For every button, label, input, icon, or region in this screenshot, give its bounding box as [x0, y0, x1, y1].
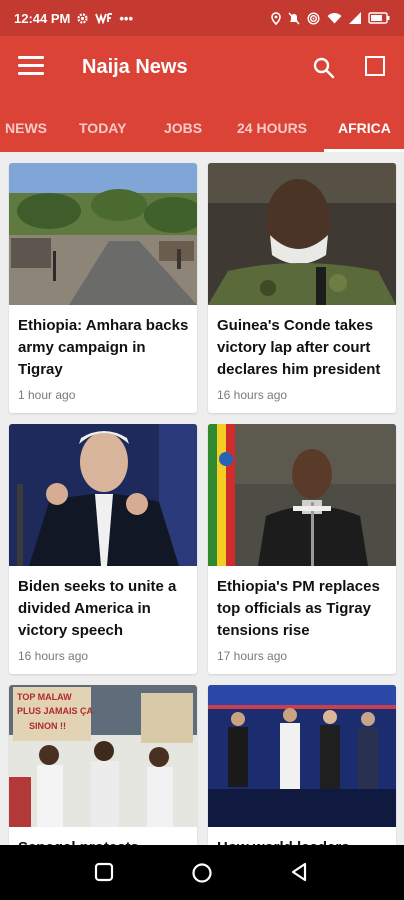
article-time: 16 hours ago — [18, 649, 89, 663]
article-title: Ethiopia: Amhara backs army campaign in … — [18, 317, 189, 378]
hotspot-icon — [307, 11, 320, 25]
recent-apps-icon[interactable] — [94, 862, 114, 882]
back-icon[interactable] — [289, 862, 309, 882]
article-image — [208, 685, 396, 827]
tab-news[interactable]: NEWS — [5, 120, 47, 136]
status-right — [271, 11, 390, 25]
gear-icon — [77, 12, 88, 24]
article-time: 1 hour ago — [18, 388, 76, 402]
article-card[interactable]: How world leaders — [208, 685, 396, 845]
mute-icon — [288, 12, 300, 24]
more-notifications-icon: ••• — [119, 10, 134, 26]
article-card[interactable]: Guinea's Conde takes victory lap after c… — [208, 163, 396, 413]
square-icon[interactable] — [365, 56, 385, 76]
tab-africa[interactable]: AFRICA — [338, 120, 391, 136]
battery-icon — [368, 12, 390, 24]
svg-text:PLUS JAMAIS ÇA: PLUS JAMAIS ÇA — [17, 706, 94, 716]
menu-icon[interactable] — [18, 56, 44, 78]
status-left: 12:44 PM ••• — [14, 11, 133, 26]
article-image — [208, 424, 396, 566]
article-image — [9, 163, 197, 305]
app-bar: Naija News — [0, 36, 404, 102]
app-title: Naija News — [82, 56, 188, 78]
article-title: How world leaders — [217, 837, 389, 845]
article-image — [9, 424, 197, 566]
article-title: Biden seeks to unite a divided America i… — [18, 578, 177, 639]
tab-jobs[interactable]: JOBS — [164, 120, 202, 136]
article-image: TOP MALAW PLUS JAMAIS ÇA SINON !! — [9, 685, 197, 827]
svg-text:TOP MALAW: TOP MALAW — [17, 692, 72, 702]
status-time: 12:44 PM — [14, 10, 71, 26]
article-card[interactable]: Biden seeks to unite a divided America i… — [9, 424, 197, 674]
location-icon — [271, 11, 281, 25]
article-card[interactable]: TOP MALAW PLUS JAMAIS ÇA SINON !! Senega… — [9, 685, 197, 845]
wifi-icon — [327, 13, 342, 24]
article-time: 17 hours ago — [217, 649, 288, 663]
article-image — [208, 163, 396, 305]
tab-today[interactable]: TODAY — [79, 120, 126, 136]
article-title: Guinea's Conde takes victory lap after c… — [217, 317, 381, 378]
status-bar: 12:44 PM ••• — [0, 0, 404, 36]
app-notification-icon — [95, 13, 113, 24]
article-title: Senegal protests — [18, 837, 190, 845]
signal-icon — [349, 12, 361, 24]
article-title: Ethiopia's PM replaces top officials as … — [217, 578, 380, 639]
article-card[interactable]: Ethiopia's PM replaces top officials as … — [208, 424, 396, 674]
article-grid: Ethiopia: Amhara backs army campaign in … — [0, 152, 404, 845]
tab-24-hours[interactable]: 24 HOURS — [237, 120, 307, 136]
article-card[interactable]: Ethiopia: Amhara backs army campaign in … — [9, 163, 197, 413]
article-time: 16 hours ago — [217, 388, 288, 402]
search-icon[interactable] — [312, 56, 336, 80]
category-tabs: NEWS TODAY JOBS 24 HOURS AFRICA — [0, 102, 404, 152]
system-navigation-bar — [0, 845, 404, 900]
svg-text:SINON !!: SINON !! — [29, 721, 66, 731]
home-icon[interactable] — [191, 862, 213, 884]
